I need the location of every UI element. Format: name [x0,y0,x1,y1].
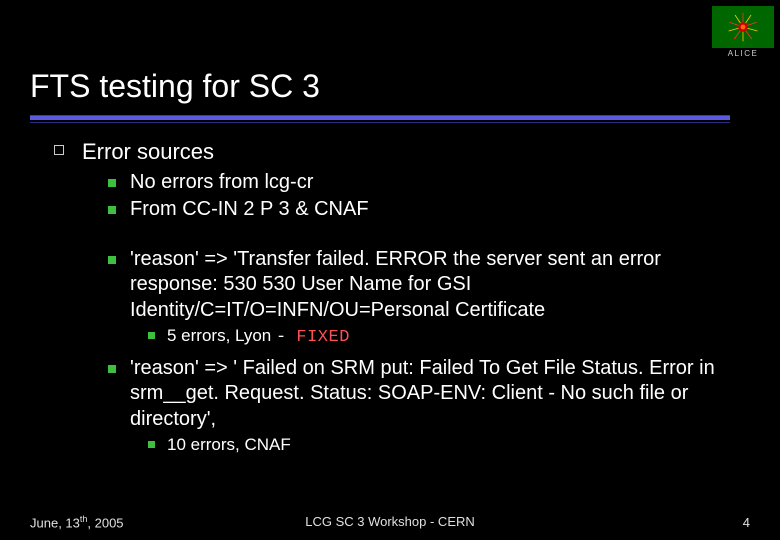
lvl2-text: 'reason' => 'Transfer failed. ERROR the … [130,247,740,324]
alice-logo: ALICE [712,6,774,58]
bullet-lvl2: From CC-IN 2 P 3 & CNAF [108,197,740,223]
bullet-lvl1: Error sources [54,138,740,166]
logo-star-icon [727,11,759,43]
bullet-lvl2: 'reason' => 'Transfer failed. ERROR the … [108,247,740,324]
footer-date-post: , 2005 [87,515,123,530]
square-bullet-icon [148,332,155,339]
lvl1-text: Error sources [82,138,214,166]
logo-label: ALICE [712,49,774,58]
hollow-square-bullet-icon [54,145,64,155]
bullet-lvl3: 10 errors, CNAF [148,434,740,456]
square-bullet-icon [108,206,116,214]
footer-center: LCG SC 3 Workshop - CERN [305,514,475,529]
bullet-lvl2: 'reason' => ' Failed on SRM put: Failed … [108,356,740,433]
lvl2-text: No errors from lcg-cr [130,170,313,196]
lvl2-text: From CC-IN 2 P 3 & CNAF [130,197,369,223]
slide: ALICE FTS testing for SC 3 Error sources… [0,0,780,540]
square-bullet-icon [148,441,155,448]
lvl3-text-a: 5 errors, Lyon [167,326,276,345]
slide-body: Error sources No errors from lcg-cr From… [0,120,780,456]
lvl3-group: 10 errors, CNAF [108,434,740,456]
logo-box [712,6,774,48]
square-bullet-icon [108,256,116,264]
lvl2-text: 'reason' => ' Failed on SRM put: Failed … [130,356,740,433]
dash-separator: - [276,328,296,347]
title-rule-wrap [0,105,780,120]
footer-page-number: 4 [743,515,750,530]
spacer [108,225,740,245]
footer-date: June, 13th, 2005 [30,514,124,530]
bullet-lvl2: No errors from lcg-cr [108,170,740,196]
footer-date-pre: June, 13 [30,515,80,530]
slide-footer: June, 13th, 2005 LCG SC 3 Workshop - CER… [0,514,780,530]
lvl3-text: 10 errors, CNAF [167,434,291,456]
bullet-lvl3: 5 errors, Lyon - FIXED [148,325,740,349]
square-bullet-icon [108,179,116,187]
square-bullet-icon [108,365,116,373]
lvl3-group: 5 errors, Lyon - FIXED [108,325,740,349]
slide-title: FTS testing for SC 3 [0,0,780,105]
fixed-label: FIXED [296,328,350,347]
lvl3-text: 5 errors, Lyon - FIXED [167,325,350,349]
lvl2-group: No errors from lcg-cr From CC-IN 2 P 3 &… [54,170,740,457]
